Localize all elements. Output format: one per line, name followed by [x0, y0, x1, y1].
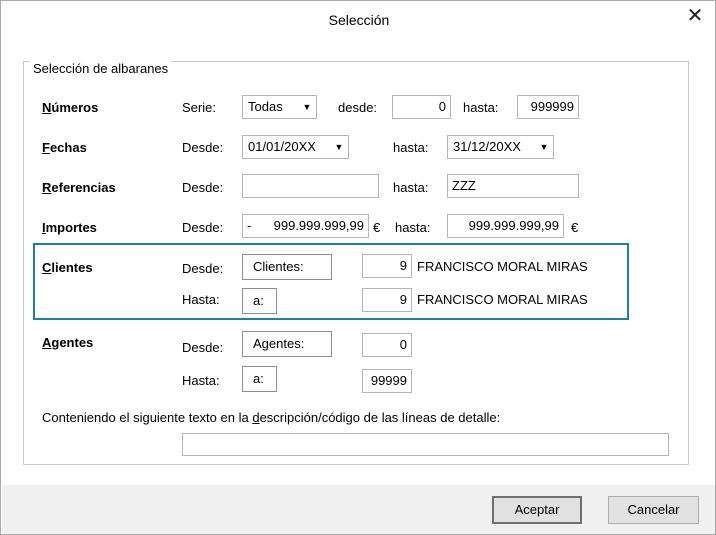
importes-hasta-label: hasta: — [395, 220, 431, 235]
currency-label: € — [571, 220, 579, 235]
clientes-hasta-label: Hasta: — [182, 292, 220, 307]
agentes-hasta-button[interactable]: a: — [242, 366, 277, 392]
numeros-desde-label: desde: — [338, 100, 378, 115]
importes-desde-label: Desde: — [182, 220, 224, 235]
referencias-hasta-input[interactable]: ZZZ — [447, 174, 579, 198]
clientes-desde-button[interactable]: Clientes: — [242, 254, 332, 280]
currency-label: € — [373, 220, 381, 235]
dialog-title: Selección — [328, 12, 390, 28]
clientes-label: Clientes — [42, 260, 93, 275]
numeros-label: Números — [42, 100, 99, 115]
agentes-desde-label: Desde: — [182, 340, 224, 355]
chevron-down-icon: ▼ — [539, 142, 549, 152]
fechas-hasta-label: hasta: — [393, 140, 429, 155]
clientes-hasta-code[interactable]: 9 — [362, 288, 412, 312]
chevron-down-icon: ▼ — [302, 102, 312, 112]
referencias-desde-label: Desde: — [182, 180, 224, 195]
numeros-hasta-input[interactable]: 999999 — [517, 95, 579, 119]
fechas-desde-label: Desde: — [182, 140, 224, 155]
fechas-hasta-picker[interactable]: 31/12/20XX ▼ — [447, 135, 554, 159]
texto-label: Conteniendo el siguiente texto en la des… — [42, 410, 501, 425]
importes-desde-sign: - — [247, 218, 252, 233]
agentes-hasta-label: Hasta: — [182, 373, 220, 388]
importes-hasta-input[interactable]: 999.999.999,99 — [447, 214, 564, 238]
accept-button[interactable]: Aceptar — [492, 496, 582, 524]
agentes-desde-code[interactable]: 0 — [362, 333, 412, 357]
fechas-label: Fechas — [42, 140, 87, 155]
clientes-desde-code[interactable]: 9 — [362, 254, 412, 278]
group-title: Selección de albaranes — [30, 61, 172, 76]
cancel-button[interactable]: Cancelar — [608, 496, 699, 524]
fechas-desde-picker[interactable]: 01/01/20XX ▼ — [242, 135, 349, 159]
numeros-hasta-label: hasta: — [463, 100, 499, 115]
serie-select[interactable]: Todas ▼ — [242, 95, 317, 119]
agentes-label: Agentes — [42, 335, 94, 350]
numeros-desde-input[interactable]: 0 — [392, 95, 451, 119]
agentes-desde-button[interactable]: Agentes: — [242, 331, 332, 357]
importes-label: Importes — [42, 220, 97, 235]
chevron-down-icon: ▼ — [334, 142, 344, 152]
agentes-hasta-code[interactable]: 99999 — [362, 369, 412, 393]
importes-desde-value: 999.999.999,99 — [273, 218, 364, 233]
referencias-label: Referencias — [42, 180, 116, 195]
referencias-desde-input[interactable] — [242, 174, 379, 198]
texto-input[interactable] — [182, 433, 669, 456]
clientes-desde-name: FRANCISCO MORAL MIRAS — [417, 259, 588, 274]
clientes-hasta-name: FRANCISCO MORAL MIRAS — [417, 292, 588, 307]
selection-dialog: Selección ✕ Selección de albaranes Númer… — [0, 0, 716, 535]
close-icon[interactable]: ✕ — [685, 6, 705, 26]
importes-desde-input[interactable]: - 999.999.999,99 — [242, 214, 369, 238]
serie-label: Serie: — [182, 100, 216, 115]
referencias-hasta-label: hasta: — [393, 180, 429, 195]
clientes-hasta-button[interactable]: a: — [242, 288, 277, 314]
clientes-desde-label: Desde: — [182, 261, 224, 276]
